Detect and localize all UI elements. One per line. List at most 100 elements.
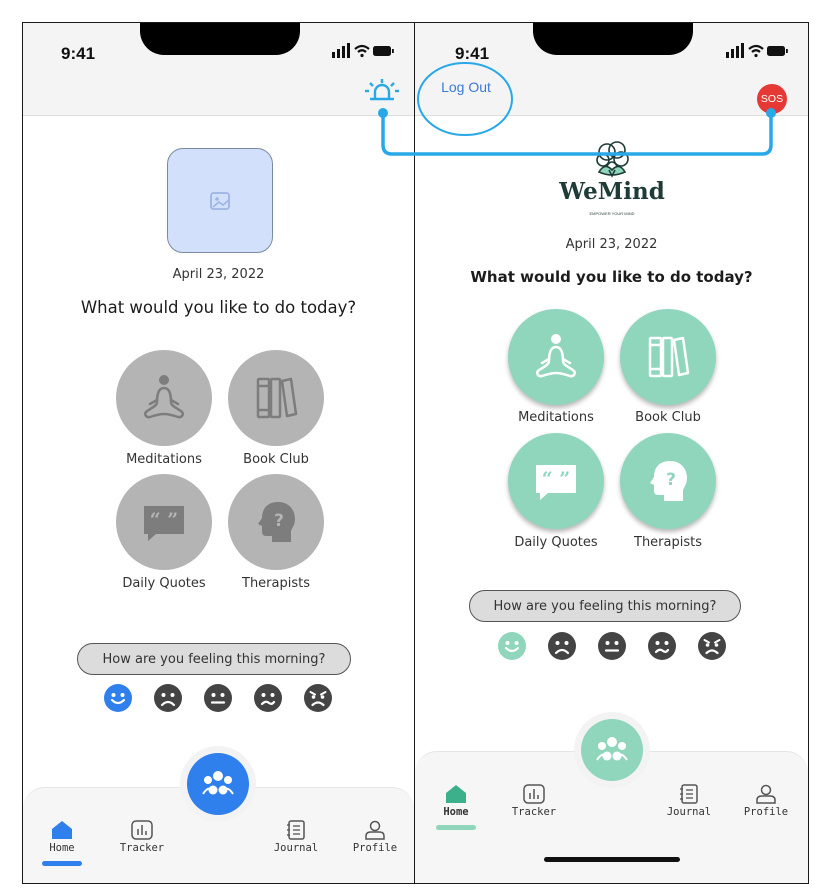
tab-home-label: Home bbox=[443, 806, 469, 818]
tab-tracker[interactable]: Tracker bbox=[504, 784, 564, 818]
phone-screen-before: 9:41 April 23, 2022 What would you like … bbox=[22, 22, 415, 884]
page-question: What would you like to do today? bbox=[470, 268, 753, 286]
current-date: April 23, 2022 bbox=[565, 237, 658, 252]
quote-icon: “ ” bbox=[144, 506, 184, 541]
wifi-icon bbox=[354, 44, 370, 58]
chart-icon bbox=[131, 820, 153, 840]
status-time: 9:41 bbox=[61, 44, 96, 63]
sos-button[interactable]: SOS bbox=[757, 84, 787, 114]
daily-quotes-tile[interactable]: “ ” bbox=[508, 433, 604, 529]
head-question-icon: ? bbox=[258, 502, 295, 542]
status-header: 9:41 bbox=[23, 23, 414, 116]
sad-mood-icon[interactable] bbox=[153, 683, 183, 713]
battery-icon bbox=[373, 46, 394, 56]
wifi-icon bbox=[748, 44, 764, 58]
therapists-tile[interactable]: ? bbox=[228, 474, 324, 570]
home-icon bbox=[446, 785, 466, 803]
tab-journal-label: Journal bbox=[273, 842, 319, 854]
community-icon bbox=[202, 771, 234, 795]
device-notch bbox=[140, 23, 300, 55]
svg-text:?: ? bbox=[274, 511, 284, 531]
book-club-label: Book Club bbox=[635, 410, 701, 425]
meditations-tile[interactable] bbox=[116, 350, 212, 446]
tab-journal-label: Journal bbox=[666, 806, 712, 818]
meditation-icon bbox=[535, 334, 577, 378]
signal-icon bbox=[726, 43, 744, 58]
journal-icon bbox=[287, 820, 305, 840]
device-notch bbox=[533, 23, 693, 55]
books-icon bbox=[648, 336, 690, 378]
status-header: 9:41 Log Out SOS bbox=[415, 23, 808, 116]
active-tab-indicator bbox=[436, 825, 476, 830]
page-question: What would you like to do today? bbox=[80, 298, 357, 317]
community-fab-button[interactable] bbox=[581, 719, 643, 781]
active-tab-indicator bbox=[42, 861, 82, 866]
meditation-icon bbox=[143, 375, 185, 419]
daily-quotes-label: Daily Quotes bbox=[514, 535, 598, 550]
happy-mood-icon[interactable] bbox=[103, 683, 133, 713]
tab-tracker-label: Tracker bbox=[511, 806, 557, 818]
tab-home-label: Home bbox=[49, 842, 75, 854]
daily-quotes-label: Daily Quotes bbox=[122, 576, 206, 591]
image-placeholder-icon bbox=[210, 191, 230, 210]
neutral-mood-icon[interactable] bbox=[597, 631, 627, 661]
therapists-label: Therapists bbox=[242, 576, 310, 591]
logout-button[interactable]: Log Out bbox=[431, 79, 501, 101]
angry-mood-icon[interactable] bbox=[697, 631, 727, 661]
head-question-icon: ? bbox=[650, 461, 687, 501]
alarm-siren-icon[interactable] bbox=[364, 78, 400, 106]
sad-mood-icon[interactable] bbox=[547, 631, 577, 661]
brand-tagline: EMPOWER YOUR MIND bbox=[589, 211, 635, 216]
therapists-label: Therapists bbox=[634, 535, 702, 550]
svg-text:“ ”: “ ” bbox=[542, 468, 570, 490]
therapists-tile[interactable]: ? bbox=[620, 433, 716, 529]
books-icon bbox=[256, 377, 298, 419]
status-time: 9:41 bbox=[455, 44, 490, 63]
tab-journal[interactable]: Journal bbox=[266, 820, 326, 854]
meditations-label: Meditations bbox=[126, 452, 202, 467]
meditations-label: Meditations bbox=[518, 410, 594, 425]
wemind-logo: WeMind EMPOWER YOUR MIND bbox=[545, 140, 679, 226]
brain-lotus-logo-icon bbox=[596, 141, 629, 178]
tab-home[interactable]: Home bbox=[32, 820, 92, 866]
mood-prompt: How are you feeling this morning? bbox=[77, 643, 351, 675]
phone-screen-after: 9:41 Log Out SOS WeMind EMPOWER YOUR MIN… bbox=[414, 22, 809, 884]
system-status-icons bbox=[726, 43, 788, 58]
meditations-tile[interactable] bbox=[508, 309, 604, 405]
community-icon bbox=[596, 737, 628, 761]
book-club-tile[interactable] bbox=[228, 350, 324, 446]
logo-placeholder bbox=[167, 148, 273, 253]
tab-profile-label: Profile bbox=[352, 842, 398, 854]
person-icon bbox=[756, 784, 776, 804]
tab-journal[interactable]: Journal bbox=[659, 784, 719, 818]
tab-home[interactable]: Home bbox=[426, 784, 486, 830]
tab-tracker[interactable]: Tracker bbox=[112, 820, 172, 854]
battery-icon bbox=[767, 46, 788, 56]
angry-mood-icon[interactable] bbox=[303, 683, 333, 713]
signal-icon bbox=[332, 43, 350, 58]
tab-profile[interactable]: Profile bbox=[345, 820, 405, 854]
confused-mood-icon[interactable] bbox=[647, 631, 677, 661]
mood-prompt: How are you feeling this morning? bbox=[469, 590, 741, 622]
home-indicator bbox=[544, 857, 680, 862]
community-fab-button[interactable] bbox=[187, 753, 249, 815]
chart-icon bbox=[523, 784, 545, 804]
svg-text:“ ”: “ ” bbox=[150, 509, 178, 531]
daily-quotes-tile[interactable]: “ ” bbox=[116, 474, 212, 570]
book-club-tile[interactable] bbox=[620, 309, 716, 405]
brand-name: WeMind bbox=[559, 178, 665, 205]
quote-icon: “ ” bbox=[536, 465, 576, 500]
tab-tracker-label: Tracker bbox=[119, 842, 165, 854]
neutral-mood-icon[interactable] bbox=[203, 683, 233, 713]
journal-icon bbox=[680, 784, 698, 804]
current-date: April 23, 2022 bbox=[172, 267, 265, 282]
home-icon bbox=[52, 821, 72, 839]
happy-mood-icon[interactable] bbox=[497, 631, 527, 661]
confused-mood-icon[interactable] bbox=[253, 683, 283, 713]
person-icon bbox=[365, 820, 385, 840]
system-status-icons bbox=[332, 43, 394, 58]
svg-text:?: ? bbox=[666, 470, 676, 490]
tab-profile-label: Profile bbox=[743, 806, 789, 818]
book-club-label: Book Club bbox=[243, 452, 309, 467]
tab-profile[interactable]: Profile bbox=[736, 784, 796, 818]
